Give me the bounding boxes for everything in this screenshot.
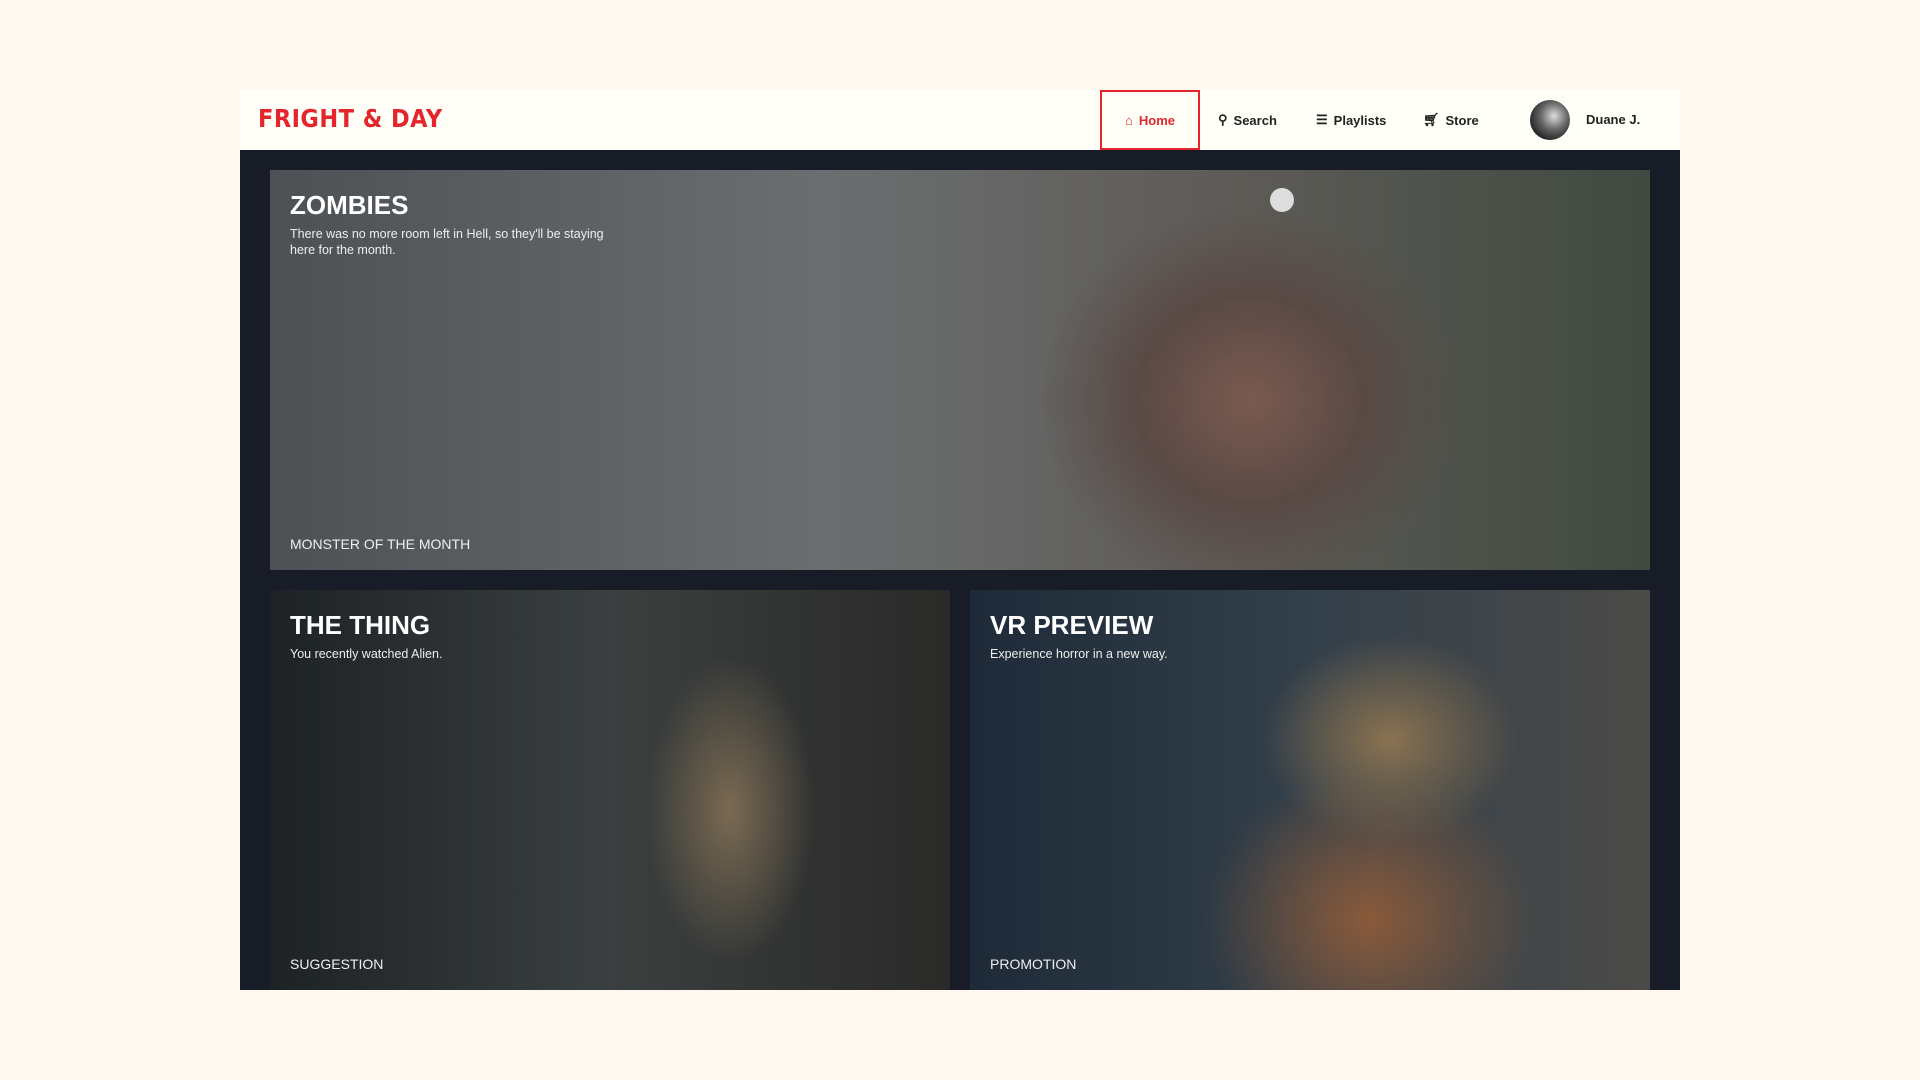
cart-icon: 🛒︎ <box>1423 112 1440 127</box>
top-nav-bar: FRIGHT & DAY ⌂ Home ⚲ Search ☰ Playlists 🛒︎… <box>240 90 1680 150</box>
search-icon: ⚲ <box>1218 112 1228 127</box>
card-vr-preview[interactable]: VR PREVIEW Experience horror in a new wa… <box>970 590 1650 990</box>
content-panel: ZOMBIES There was no more room left in H… <box>240 150 1680 990</box>
nav-playlists-label: Playlists <box>1333 112 1387 128</box>
card-title: THE THING <box>290 610 431 640</box>
list-icon: ☰ <box>1316 112 1328 127</box>
card-description: Experience horror in a new way. <box>990 647 1168 661</box>
card-tag: PROMOTION <box>990 956 1077 972</box>
nav-home-label: Home <box>1138 112 1175 128</box>
card-description: You recently watched Alien. <box>290 647 443 661</box>
nav-search[interactable]: ⚲ Search <box>1218 90 1277 150</box>
nav-search-label: Search <box>1233 112 1277 128</box>
card-description: There was no more room left in Hell, so … <box>290 227 604 257</box>
carousel-indicator[interactable] <box>1270 188 1294 212</box>
nav-store-label: Store <box>1445 112 1479 128</box>
avatar[interactable] <box>1530 100 1570 140</box>
home-icon: ⌂ <box>1125 112 1133 128</box>
nav-playlists[interactable]: ☰ Playlists <box>1316 90 1386 150</box>
logo[interactable]: FRIGHT & DAY <box>258 104 443 133</box>
featured-card-zombies[interactable]: ZOMBIES There was no more room left in H… <box>270 170 1650 570</box>
user-name[interactable]: Duane J. <box>1586 112 1640 127</box>
card-title: VR PREVIEW <box>990 610 1154 640</box>
card-the-thing[interactable]: THE THING You recently watched Alien. SU… <box>270 590 950 990</box>
card-tag: MONSTER OF THE MONTH <box>290 536 471 552</box>
card-tag: SUGGESTION <box>290 956 384 972</box>
nav-home[interactable]: ⌂ Home <box>1100 90 1200 150</box>
card-title: ZOMBIES <box>290 190 409 220</box>
nav-store[interactable]: 🛒︎ Store <box>1423 90 1479 150</box>
